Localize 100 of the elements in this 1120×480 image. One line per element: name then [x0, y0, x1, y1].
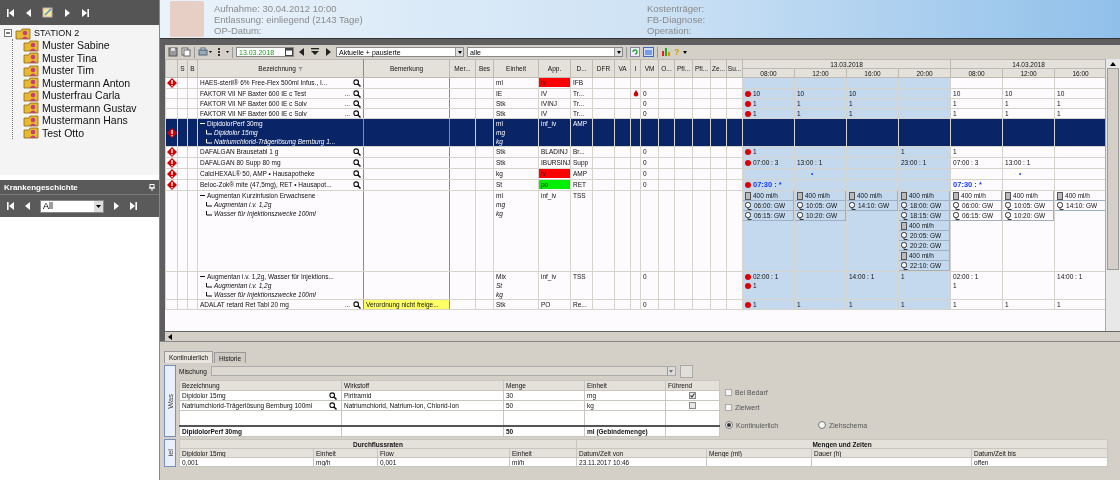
status-dot-icon — [745, 90, 751, 97]
alert-icon — [166, 127, 177, 138]
search-icon[interactable] — [329, 401, 337, 410]
radio-button[interactable] — [818, 421, 827, 429]
copy-icon[interactable] — [181, 47, 191, 57]
previous-icon[interactable] — [24, 7, 34, 18]
bar-chart-icon[interactable] — [661, 47, 671, 57]
tree-item[interactable]: STATION 2 — [34, 28, 80, 38]
collapse-icon[interactable] — [200, 274, 205, 279]
previous-icon[interactable] — [23, 201, 33, 211]
dropdown-arrow-icon[interactable] — [96, 204, 101, 208]
tree-item[interactable]: Mustermann Hans — [42, 114, 128, 127]
patient-icon — [15, 26, 31, 40]
collapse-icon[interactable] — [200, 193, 205, 198]
pump-icon — [953, 191, 960, 200]
search-icon[interactable] — [353, 158, 361, 167]
printer-icon[interactable] — [198, 47, 212, 57]
status-dot-icon — [745, 181, 751, 188]
previous-icon[interactable] — [297, 47, 307, 57]
patient-icon — [23, 76, 39, 90]
status-dot-icon — [745, 301, 751, 308]
pump-icon — [745, 191, 751, 200]
tree-item[interactable]: Test Otto — [42, 126, 84, 139]
search-icon[interactable] — [353, 300, 361, 309]
patient-info-text: Kostenträger: — [647, 2, 706, 14]
next-icon[interactable] — [323, 47, 333, 57]
tree-item[interactable]: Muster Sabine — [42, 39, 110, 52]
collapse-icon[interactable] — [200, 121, 205, 126]
tree-item[interactable]: Mustermann Gustav — [42, 101, 137, 114]
photo-placeholder — [170, 1, 204, 37]
save-icon[interactable] — [168, 47, 178, 57]
tree-item[interactable]: Mustermann Anton — [42, 76, 131, 89]
drip-bag-icon — [1057, 201, 1065, 210]
status-dot-icon — [745, 159, 751, 166]
search-icon[interactable] — [353, 109, 361, 118]
patient-info-text: OP-Datum: — [214, 24, 262, 36]
scroll-up-icon[interactable] — [1110, 62, 1116, 66]
splitter-handle[interactable] — [160, 341, 1120, 349]
patient-info-text: Entlassung: einliegend (2143 Tage) — [214, 13, 364, 25]
patient-icon — [23, 88, 39, 102]
radio-button[interactable] — [725, 421, 733, 429]
status-dot-icon — [745, 273, 751, 280]
status-dot-icon — [745, 110, 751, 117]
search-icon[interactable] — [353, 147, 361, 156]
note-icon[interactable] — [42, 7, 54, 18]
dropdown-arrow-icon[interactable] — [616, 50, 621, 54]
pump-icon — [1005, 191, 1012, 200]
patient-icon — [23, 51, 39, 65]
refresh-icon[interactable] — [630, 47, 640, 57]
tree-item[interactable]: Musterfrau Carla — [42, 89, 121, 102]
drip-bag-icon — [849, 201, 856, 210]
pump-icon — [797, 191, 803, 200]
patient-icon — [23, 113, 39, 127]
pump-icon — [901, 221, 907, 230]
tree-item[interactable]: Muster Tim — [42, 64, 94, 77]
checkbox[interactable] — [689, 392, 696, 399]
search-icon[interactable] — [353, 89, 361, 98]
down-arrow-icon[interactable] — [310, 47, 320, 57]
search-icon[interactable] — [329, 391, 337, 400]
drip-bag-icon — [901, 261, 908, 270]
filter-dropdown[interactable]: All — [40, 199, 104, 213]
status-dot-icon — [745, 148, 751, 155]
panel-title: Krankengeschichte — [4, 182, 78, 192]
horizontal-scrollbar[interactable] — [165, 331, 1120, 341]
checkbox[interactable] — [725, 389, 732, 396]
scroll-left-icon[interactable] — [168, 333, 172, 340]
pump-icon — [849, 191, 855, 200]
next-icon[interactable] — [62, 7, 72, 18]
patient-info-text: Aufnahme: 30.04.2012 10:00 — [214, 2, 338, 14]
calendar-icon[interactable] — [285, 48, 293, 56]
folder-icon[interactable] — [643, 47, 654, 57]
patient-info-text: FB-Diagnose: — [647, 13, 707, 25]
search-icon[interactable] — [353, 180, 361, 189]
medication-row[interactable] — [165, 190, 1105, 272]
caret-icon[interactable] — [682, 50, 687, 54]
pin-icon[interactable] — [149, 183, 155, 191]
pump-icon — [1057, 191, 1064, 200]
search-icon[interactable] — [353, 78, 361, 87]
vertical-scrollbar[interactable] — [1105, 59, 1120, 331]
first-page-icon[interactable] — [6, 7, 16, 18]
checkbox[interactable] — [725, 404, 732, 411]
tree-item[interactable]: Muster Tina — [42, 51, 97, 64]
search-icon[interactable] — [353, 99, 361, 108]
status-dot-icon — [745, 100, 751, 107]
patient-icon — [23, 101, 39, 115]
pump-icon — [901, 191, 907, 200]
dropdown-arrow-icon[interactable] — [457, 50, 462, 54]
pump-icon — [901, 251, 907, 260]
patient-icon — [23, 63, 39, 77]
scrollbar-thumb[interactable] — [1107, 68, 1119, 270]
next-icon[interactable] — [111, 201, 121, 211]
patient-info-text: Operation: — [647, 24, 692, 36]
list-icon[interactable] — [215, 47, 229, 57]
last-page-icon[interactable] — [128, 201, 138, 211]
checkbox[interactable] — [689, 402, 696, 409]
first-page-icon[interactable] — [6, 201, 16, 211]
patient-icon — [23, 38, 39, 52]
last-page-icon[interactable] — [80, 7, 90, 18]
search-icon[interactable] — [353, 169, 361, 178]
patient-icon — [23, 126, 39, 140]
